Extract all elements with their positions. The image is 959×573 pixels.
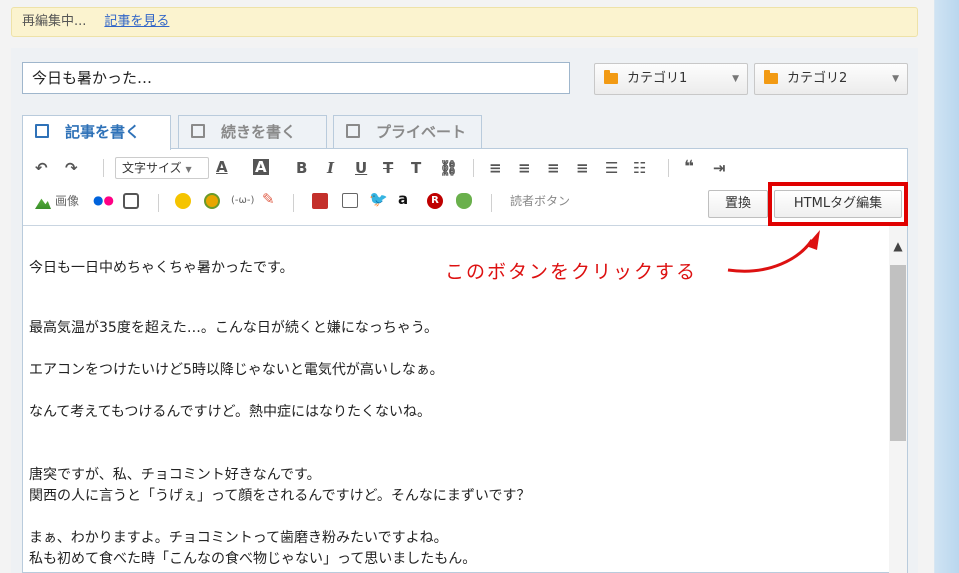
view-article-link[interactable]: 記事を見る <box>104 14 169 29</box>
link-icon[interactable]: ⛓ <box>439 158 458 178</box>
folder-icon <box>764 70 778 84</box>
highlight-box <box>768 182 908 226</box>
twitter-icon[interactable]: 🐦 <box>369 189 388 209</box>
italic-icon[interactable]: I <box>327 158 334 178</box>
strikethrough-icon[interactable]: T <box>383 158 393 178</box>
chevron-down-icon: ▼ <box>892 74 899 84</box>
toolbar-divider <box>103 159 104 177</box>
category-label-1: カテゴリ1 <box>627 71 688 86</box>
numbered-list-icon[interactable]: ☷ <box>633 158 646 178</box>
quote-icon[interactable]: ❝ <box>684 157 694 177</box>
chevron-down-icon: ▼ <box>185 165 192 174</box>
body-line: 今日も一日中めちゃくちゃ暑かったです。 <box>29 260 294 276</box>
body-line: なんて考えてもつけるんですけど。熱中症にはなりたくないね。 <box>29 404 431 420</box>
annotation-arrow-icon <box>727 230 820 273</box>
emoji-icon[interactable] <box>175 193 191 209</box>
underline-icon[interactable]: U <box>355 158 367 178</box>
tab-private[interactable]: プライベート <box>333 115 482 149</box>
replace-button[interactable]: 置換 <box>708 190 768 218</box>
tab-write-continuation[interactable]: 続きを書く <box>178 115 327 149</box>
background-color-icon[interactable]: A <box>253 159 269 175</box>
chevron-down-icon: ▼ <box>732 74 739 84</box>
bold-icon[interactable]: B <box>296 158 307 178</box>
tab-write-article[interactable]: 記事を書く <box>22 115 171 150</box>
rakuten-icon[interactable]: R <box>427 193 443 209</box>
scroll-up-icon[interactable]: ▲ <box>889 239 907 259</box>
font-size-select[interactable]: 文字サイズ ▼ <box>115 157 209 179</box>
undo-icon[interactable]: ↶ <box>35 158 48 178</box>
align-center-icon[interactable]: ≡ <box>518 158 531 178</box>
youtube-icon[interactable] <box>312 193 328 209</box>
font-size-label: 文字サイズ <box>122 161 182 175</box>
tab-label: プライベート <box>376 123 467 141</box>
sticker-icon[interactable] <box>204 193 220 209</box>
align-justify-icon[interactable]: ≡ <box>576 158 589 178</box>
indent-icon[interactable]: ⇥ <box>713 158 726 178</box>
paint-icon[interactable]: ✎ <box>262 189 275 209</box>
category-label-2: カテゴリ2 <box>787 71 848 86</box>
align-right-icon[interactable]: ≡ <box>547 158 560 178</box>
reader-button-label[interactable]: 読者ボタン <box>510 191 570 211</box>
body-line: 私も初めて食べた時「こんなの食べ物じゃない」って思いましたもん。 <box>29 551 477 567</box>
image-icon[interactable] <box>35 198 51 209</box>
folder-icon <box>604 70 618 84</box>
amazon-icon[interactable]: a <box>398 189 408 209</box>
category-select-1[interactable]: カテゴリ1 ▼ <box>594 63 748 95</box>
image-label: 画像 <box>55 194 80 208</box>
instagram-icon[interactable] <box>123 193 139 209</box>
kaomoji-icon[interactable]: (-ω-) <box>231 191 254 211</box>
edit-icon <box>35 124 49 138</box>
flickr-icon[interactable]: ● <box>93 193 103 207</box>
category-select-2[interactable]: カテゴリ2 ▼ <box>754 63 908 95</box>
bullet-list-icon[interactable]: ☰ <box>605 158 618 178</box>
toolbar-divider <box>473 159 474 177</box>
tab-label: 記事を書く <box>65 123 141 141</box>
title-input[interactable]: 今日も暑かった… <box>22 62 570 94</box>
scrollbar-thumb[interactable] <box>890 265 906 441</box>
niconico-icon[interactable] <box>342 193 358 208</box>
edit-icon <box>191 124 205 138</box>
toolbar-divider <box>668 159 669 177</box>
annotation-text: このボタンをクリックする <box>445 261 698 283</box>
body-line: 関西の人に言うと「うげぇ」って顔をされるんですけど。そんなにまずいです？ <box>29 488 531 504</box>
toolbar-divider <box>293 194 294 212</box>
body-line: まぁ、わかりますよ。チョコミントって歯磨き粉みたいですよね。 <box>29 530 448 546</box>
toolbar-divider <box>158 194 159 212</box>
text-color-icon[interactable]: A <box>216 157 228 177</box>
right-sidebar-edge <box>934 0 959 573</box>
body-line: 唐突ですが、私、チョコミント好きなんです。 <box>29 467 321 483</box>
lock-document-icon <box>346 124 360 138</box>
clear-format-icon[interactable]: T <box>411 158 421 178</box>
body-line: 最高気温が35度を超えた…。こんな日が続くと嫌になっちゃう。 <box>29 320 438 336</box>
status-text: 再編集中... <box>22 14 87 29</box>
status-bar: 再編集中... 記事を見る <box>11 7 918 37</box>
align-left-icon[interactable]: ≡ <box>489 158 502 178</box>
body-line: エアコンをつけたいけど5時以降じゃないと電気代が高いしなぁ。 <box>29 362 444 378</box>
tab-label: 続きを書く <box>221 123 297 141</box>
evernote-icon[interactable] <box>456 193 472 209</box>
redo-icon[interactable]: ↷ <box>65 158 78 178</box>
toolbar-divider <box>491 194 492 212</box>
